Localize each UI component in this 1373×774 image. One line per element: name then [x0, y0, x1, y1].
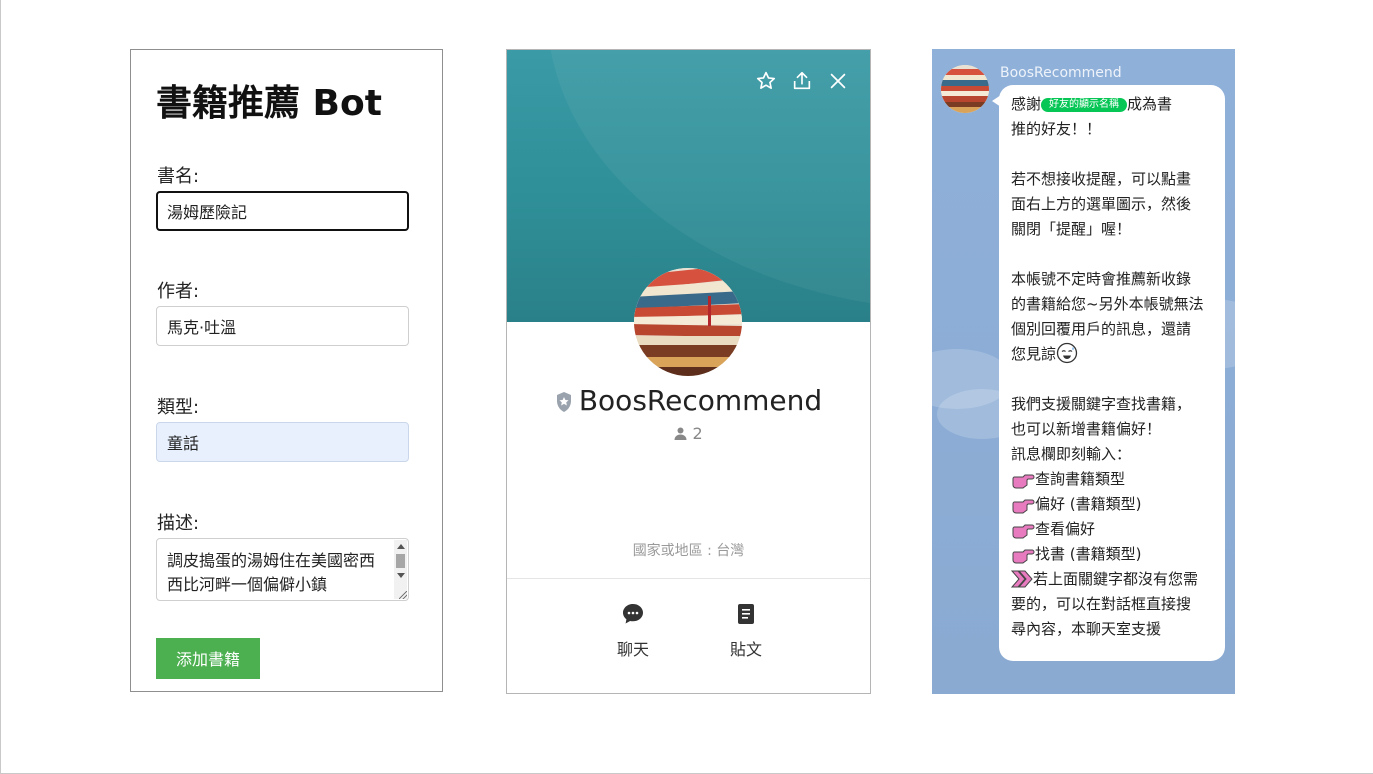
profile-avatar — [634, 268, 742, 376]
profile-name: BoosRecommend — [578, 384, 823, 417]
divider — [507, 578, 870, 579]
pointing-right-icon — [1012, 499, 1035, 514]
pointing-right-icon — [1012, 474, 1035, 489]
add-book-button[interactable]: 添加書籍 — [156, 638, 260, 679]
description-label: 描述: — [157, 513, 200, 534]
resize-grip-icon[interactable] — [399, 591, 407, 599]
country-region: 國家或地區 : 台灣 — [632, 543, 745, 559]
account-profile-panel: BoosRecommend 2 國家或地區 : 台灣 聊天 貼文 — [506, 49, 871, 694]
friends-person-icon — [674, 427, 687, 440]
scroll-thumb[interactable] — [396, 554, 405, 568]
chat-panel: BoosRecommend 感謝 好友的顯示名稱 成為書 推的好友！！ 若不想接收提… — [932, 49, 1235, 694]
sender-avatar[interactable] — [941, 65, 989, 113]
chat-bubble-icon — [623, 604, 643, 624]
pointing-right-icon — [1012, 549, 1035, 564]
verified-shield-icon — [556, 392, 571, 412]
post-document-icon — [738, 604, 754, 624]
friend-count: 2 — [692, 424, 703, 443]
author-input[interactable] — [156, 306, 409, 346]
genre-label: 類型: — [157, 397, 200, 418]
book-stack-image — [941, 65, 989, 113]
book-name-input[interactable] — [156, 191, 409, 231]
post-action-label: 貼文 — [729, 640, 762, 659]
description-textarea[interactable]: 調皮搗蛋的湯姆住在美國密西西比河畔一個偏僻小鎮 — [156, 538, 409, 601]
book-form-panel: 書籍推薦 Bot 書名: 作者: 類型: 描述: 調皮搗蛋的湯姆住在美國密西西比… — [130, 49, 443, 692]
scroll-down-arrow-icon[interactable] — [397, 573, 405, 578]
sender-name: BoosRecommend — [1000, 65, 1122, 81]
genre-input[interactable] — [156, 422, 409, 462]
double-chevron-right-icon — [1011, 570, 1033, 588]
close-icon[interactable] — [827, 70, 849, 92]
pointing-right-icon — [1012, 524, 1035, 539]
book-name-label: 書名: — [157, 166, 200, 187]
welcome-message-bubble: 感謝 好友的顯示名稱 成為書 推的好友！！ 若不想接收提醒，可以點畫 面右上方的選單… — [999, 85, 1225, 661]
share-icon[interactable] — [791, 70, 813, 92]
form-title: 書籍推薦 Bot — [156, 83, 382, 124]
chat-action-label: 聊天 — [616, 640, 649, 659]
book-stack-image — [634, 268, 742, 376]
chat-action-button[interactable]: 聊天 — [603, 602, 663, 660]
author-label: 作者: — [157, 281, 200, 302]
star-icon[interactable] — [755, 70, 777, 92]
post-action-button[interactable]: 貼文 — [716, 602, 776, 660]
display-name-tag: 好友的顯示名稱 — [1041, 98, 1128, 112]
scroll-up-arrow-icon[interactable] — [397, 544, 405, 549]
sweat-smile-emoji-icon — [1056, 342, 1078, 364]
